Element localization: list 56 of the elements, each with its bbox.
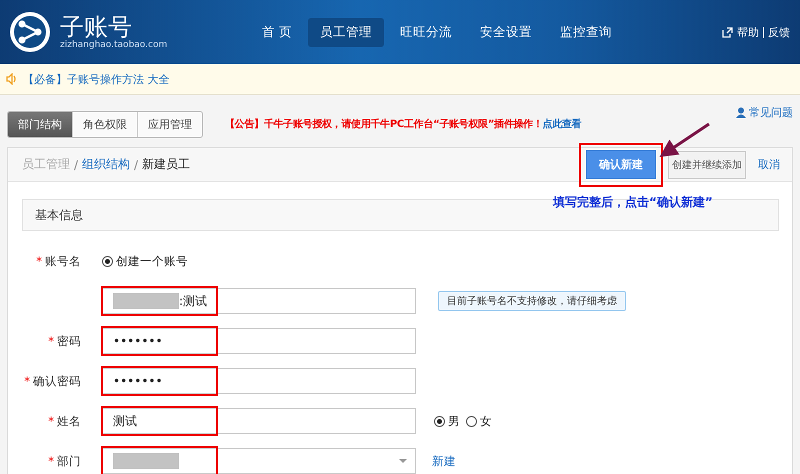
announcement-text: 【公告】千牛子账号授权，请使用千牛PC工作台“子账号权限”插件操作！点此查看: [225, 118, 582, 131]
radio-button[interactable]: [466, 416, 477, 426]
new-department-link[interactable]: 新建: [432, 454, 456, 468]
field-label: 姓名: [57, 414, 81, 428]
input-field[interactable]: :测试: [102, 288, 416, 314]
tab[interactable]: 角色权限: [72, 112, 137, 136]
input-field[interactable]: •••••••: [102, 328, 416, 354]
external-link-icon: [722, 26, 733, 38]
field-label: 密码: [57, 334, 81, 348]
required-mark: *: [48, 454, 54, 468]
option-label[interactable]: 男: [448, 414, 460, 428]
option-label[interactable]: 创建一个账号: [116, 254, 188, 268]
field-value: 测试: [113, 412, 137, 430]
nav-tab[interactable]: 员工管理: [308, 18, 384, 46]
faq-link[interactable]: 常见问题: [749, 105, 793, 120]
field-value: •••••••: [113, 374, 163, 388]
notice-link[interactable]: 【必备】子账号操作方法 大全: [23, 72, 170, 86]
cancel-link[interactable]: 取消: [758, 157, 780, 172]
user-icon: [736, 107, 747, 118]
breadcrumb-link[interactable]: 组织结构: [82, 156, 130, 173]
logo-subtitle: zizhanghao.taobao.com: [60, 40, 168, 50]
field-label: 账号名: [45, 254, 81, 268]
breadcrumb-current: 新建员工: [142, 156, 190, 173]
field-value: :测试: [179, 292, 208, 310]
input-field[interactable]: •••••••: [102, 368, 416, 394]
create-and-continue-button[interactable]: 创建并继续添加: [668, 150, 746, 178]
field-label: 部门: [57, 454, 81, 468]
breadcrumb-separator: /: [134, 158, 138, 172]
annotation-text: 填写完整后，点击“确认新建”: [553, 194, 713, 211]
radio-button[interactable]: [102, 256, 113, 266]
required-mark: *: [48, 414, 54, 428]
speaker-icon: [6, 73, 17, 85]
required-mark: *: [48, 334, 54, 348]
tab[interactable]: 部门结构: [8, 112, 72, 136]
nav-tab[interactable]: 首 页: [250, 18, 304, 46]
breadcrumb-separator: /: [74, 158, 78, 172]
header-link[interactable]: 帮助: [737, 24, 759, 40]
view-link[interactable]: 点此查看: [542, 119, 582, 130]
nav-tab[interactable]: 旺旺分流: [388, 18, 464, 46]
logo-title: 子账号: [60, 14, 132, 40]
required-mark: *: [36, 254, 42, 268]
radio-button[interactable]: [434, 416, 445, 426]
required-mark: *: [24, 374, 30, 388]
logo-icon: [8, 10, 52, 54]
input-field[interactable]: 测试: [102, 408, 416, 434]
dropdown-field[interactable]: [102, 448, 416, 474]
header-link[interactable]: 反馈: [768, 24, 790, 40]
field-label: 确认密码: [33, 374, 81, 388]
field-value: •••••••: [113, 334, 163, 348]
annotation-arrow: [660, 122, 710, 157]
tab[interactable]: 应用管理: [137, 112, 202, 136]
nav-tab[interactable]: 安全设置: [468, 18, 544, 46]
option-label[interactable]: 女: [480, 414, 492, 428]
caret-icon: [399, 459, 407, 463]
hint-tooltip: 目前子账号名不支持修改，请仔细考虑: [438, 291, 626, 311]
nav-tab[interactable]: 监控查询: [548, 18, 624, 46]
